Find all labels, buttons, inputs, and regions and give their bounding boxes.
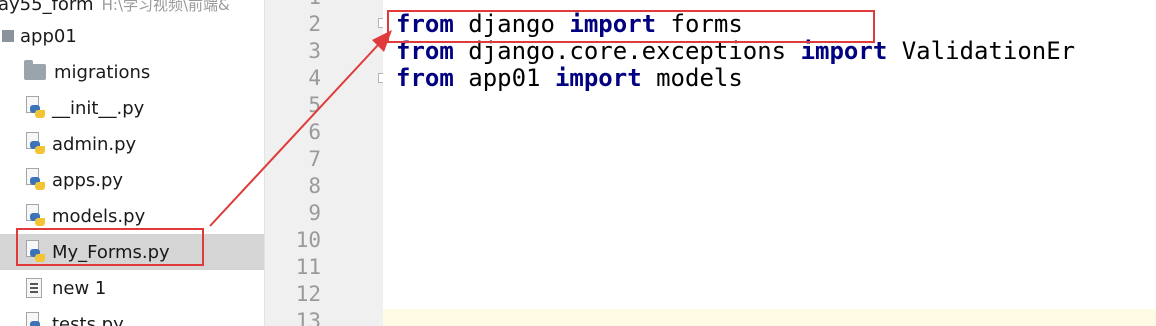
line-number: 11 bbox=[295, 255, 321, 279]
project-name: ay55_form bbox=[0, 0, 94, 15]
line-number: 3 bbox=[308, 39, 321, 63]
python-file-icon bbox=[24, 204, 46, 228]
python-file-icon bbox=[24, 96, 46, 120]
code-text: ValidationEr bbox=[887, 37, 1076, 65]
tree-item-label: models.py bbox=[52, 205, 146, 227]
tree-item-label: migrations bbox=[54, 61, 151, 83]
annotation-box-my-forms bbox=[16, 228, 204, 266]
line-number: 13 bbox=[295, 309, 321, 326]
line-number: 8 bbox=[308, 174, 321, 198]
line-number: 6 bbox=[308, 120, 321, 144]
annotation-box-import-line bbox=[387, 10, 875, 43]
python-file-icon bbox=[24, 312, 46, 326]
python-file-icon bbox=[24, 132, 46, 156]
tree-item-label: __init__.py bbox=[52, 97, 145, 119]
project-tree: ay55_form H:\学习视频\前端& app01 migrations _… bbox=[0, 0, 264, 326]
line-number: 7 bbox=[308, 147, 321, 171]
line-number: 10 bbox=[295, 228, 321, 252]
code-editor[interactable]: from django import forms from django.cor… bbox=[383, 0, 1156, 326]
tree-item-init[interactable]: __init__.py bbox=[0, 91, 264, 125]
code-line-4[interactable]: from app01 import models bbox=[396, 65, 743, 92]
tree-item-new1[interactable]: new 1 bbox=[0, 271, 264, 305]
line-number: 1 bbox=[265, 0, 321, 11]
current-line-highlight bbox=[383, 309, 1156, 326]
line-number: 5 bbox=[308, 93, 321, 117]
project-root-row[interactable]: ay55_form H:\学习视频\前端& bbox=[0, 0, 264, 21]
keyword: import bbox=[554, 64, 642, 92]
line-number: 4 bbox=[308, 66, 321, 90]
tree-item-tests[interactable]: tests.py bbox=[0, 307, 264, 326]
tree-item-apps[interactable]: apps.py bbox=[0, 163, 264, 197]
python-file-icon bbox=[24, 168, 46, 192]
code-text: models bbox=[641, 64, 743, 92]
tree-item-label: apps.py bbox=[52, 169, 124, 191]
project-path: H:\学习视频\前端& bbox=[101, 0, 230, 14]
tree-item-label: new 1 bbox=[52, 277, 107, 299]
line-number-gutter: 1 2 3 4 5 6 7 8 9 10 11 12 13 bbox=[264, 0, 388, 326]
line-number: 2 bbox=[308, 12, 321, 36]
tree-item-label: admin.py bbox=[52, 133, 137, 155]
tree-item-label: app01 bbox=[20, 25, 77, 47]
code-text: app01 bbox=[453, 64, 555, 92]
tree-item-migrations[interactable]: migrations bbox=[0, 55, 264, 89]
folder-icon bbox=[24, 60, 46, 80]
keyword: from bbox=[396, 64, 454, 92]
tree-item-app01[interactable]: app01 bbox=[0, 19, 264, 53]
line-number: 9 bbox=[308, 201, 321, 225]
tree-item-label: tests.py bbox=[52, 313, 124, 326]
text-file-icon bbox=[26, 278, 42, 298]
line-number: 12 bbox=[295, 282, 321, 306]
package-icon bbox=[2, 30, 14, 42]
tree-item-admin[interactable]: admin.py bbox=[0, 127, 264, 161]
